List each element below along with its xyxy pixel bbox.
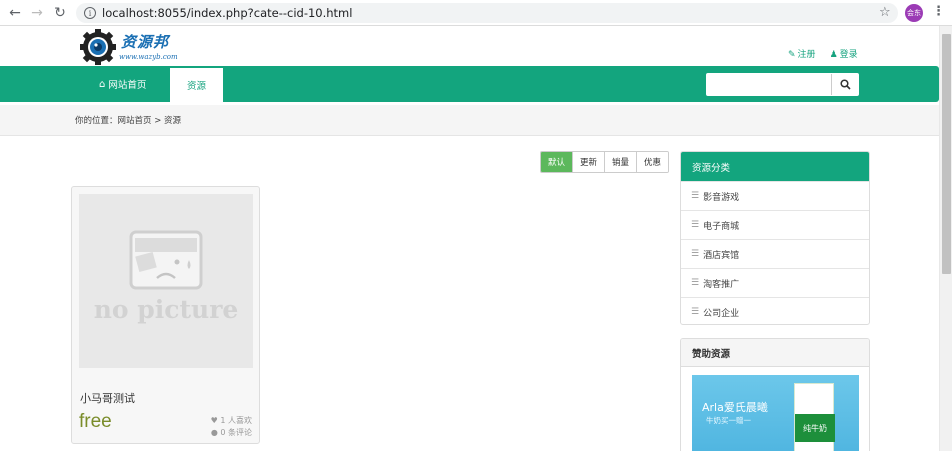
site-header: 资源邦 www.wazyb.com ✎ 注册 ♟ 登录 (0, 27, 939, 66)
category-item[interactable]: ☰ 淘客推广 (681, 268, 869, 297)
forward-icon[interactable]: → (26, 2, 48, 24)
site-logo[interactable]: 资源邦 www.wazyb.com (79, 29, 189, 65)
url-text: localhost:8055/index.php?cate--cid-10.ht… (102, 6, 353, 20)
ad-subtitle: 牛奶买一赠一 (706, 416, 751, 425)
browser-menu-icon[interactable]: ⋮ (932, 4, 945, 19)
comment-icon: ● (210, 428, 221, 437)
login-link[interactable]: ♟ 登录 (830, 47, 858, 60)
main-nav: ⌂ 网站首页 资源 (0, 66, 939, 102)
list-icon: ☰ (691, 307, 700, 317)
login-label: 登录 (839, 50, 858, 60)
pencil-icon: ✎ (788, 50, 796, 60)
list-icon: ☰ (691, 249, 700, 259)
page-scrollbar[interactable] (939, 26, 952, 451)
nav-home-label: 网站首页 (108, 80, 147, 91)
register-label: 注册 (797, 50, 816, 60)
product-price: free (79, 411, 112, 432)
page: 资源邦 www.wazyb.com ✎ 注册 ♟ 登录 ⌂ 网站首页 资源 你的位置… (0, 27, 939, 451)
likes-text: 1 人喜欢 (220, 416, 252, 425)
category-item[interactable]: ☰ 酒店宾馆 (681, 239, 869, 268)
comments-text: 0 条评论 (220, 428, 252, 437)
back-icon[interactable]: ← (4, 2, 26, 24)
site-info-icon[interactable]: i (84, 7, 96, 19)
category-item[interactable]: ☰ 公司企业 (681, 297, 869, 324)
logo-brand-text: 资源邦 (121, 33, 170, 51)
scrollbar-thumb[interactable] (942, 34, 951, 274)
category-item-label: 电子商城 (703, 221, 740, 232)
search-icon (839, 79, 851, 90)
register-link[interactable]: ✎ 注册 (788, 47, 816, 60)
category-item-label: 影音游戏 (703, 192, 740, 203)
sort-options: 默认 更新 销量 优惠 (540, 151, 670, 173)
list-icon: ☰ (691, 220, 700, 230)
heart-icon: ♥ (210, 416, 221, 425)
product-image-placeholder[interactable]: no picture (79, 194, 253, 368)
breadcrumb-bar: 你的位置：网站首页 > 资源 (0, 105, 939, 136)
category-item-label: 酒店宾馆 (703, 250, 740, 261)
sponsor-ad-banner[interactable]: Arla爱氏晨曦 牛奶买一赠一 纯牛奶 (692, 375, 859, 451)
sort-discount[interactable]: 优惠 (636, 152, 669, 172)
milk-carton-image: 纯牛奶 (794, 383, 835, 451)
profile-avatar[interactable]: 会东 (905, 4, 923, 22)
gear-logo-icon (80, 29, 116, 65)
ad-title: Arla爱氏晨曦 (702, 401, 768, 414)
sponsor-panel: 赞助资源 Arla爱氏晨曦 牛奶买一赠一 纯牛奶 (680, 338, 870, 451)
breadcrumb: 你的位置：网站首页 > 资源 (75, 116, 182, 126)
category-item-label: 公司企业 (703, 308, 740, 319)
account-links: ✎ 注册 ♟ 登录 (788, 47, 858, 60)
home-icon: ⌂ (99, 78, 106, 90)
reload-icon[interactable]: ↻ (49, 2, 71, 24)
sponsor-panel-title: 赞助资源 (681, 339, 869, 367)
search-button[interactable] (831, 74, 858, 95)
category-panel: 资源分类 ☰ 影音游戏 ☰ 电子商城 ☰ 酒店宾馆 ☰ 淘客推广 ☰ 公司企业 (680, 151, 870, 325)
product-comments: ● 0 条评论 (211, 427, 252, 438)
milk-carton-label: 纯牛奶 (795, 414, 835, 442)
bookmark-star-icon[interactable]: ☆ (879, 5, 891, 20)
nav-resources-tab[interactable]: 资源 (170, 68, 223, 102)
no-picture-icon: no picture (79, 194, 253, 368)
product-likes: ♥ 1 人喜欢 (211, 415, 252, 426)
nav-home[interactable]: ⌂ 网站首页 (99, 66, 146, 102)
list-icon: ☰ (691, 191, 700, 201)
category-item[interactable]: ☰ 电子商城 (681, 210, 869, 239)
category-item-label: 淘客推广 (703, 279, 740, 290)
sort-sales[interactable]: 销量 (604, 152, 637, 172)
product-card[interactable]: no picture 小马哥测试 free ♥ 1 人喜欢 ● 0 条评论 (71, 186, 260, 444)
browser-toolbar: ← → ↻ i localhost:8055/index.php?cate--c… (0, 0, 952, 26)
no-picture-text: no picture (94, 295, 239, 324)
sort-default[interactable]: 默认 (541, 152, 573, 172)
product-title[interactable]: 小马哥测试 (80, 390, 135, 406)
address-bar[interactable]: i localhost:8055/index.php?cate--cid-10.… (76, 3, 898, 23)
search-input[interactable] (707, 74, 831, 95)
category-item[interactable]: ☰ 影音游戏 (681, 181, 869, 210)
logo-url-text: www.wazyb.com (119, 53, 178, 61)
category-panel-title: 资源分类 (681, 152, 869, 181)
sort-updated[interactable]: 更新 (572, 152, 605, 172)
search-box (706, 73, 859, 96)
user-icon: ♟ (829, 50, 838, 60)
list-icon: ☰ (691, 278, 700, 288)
